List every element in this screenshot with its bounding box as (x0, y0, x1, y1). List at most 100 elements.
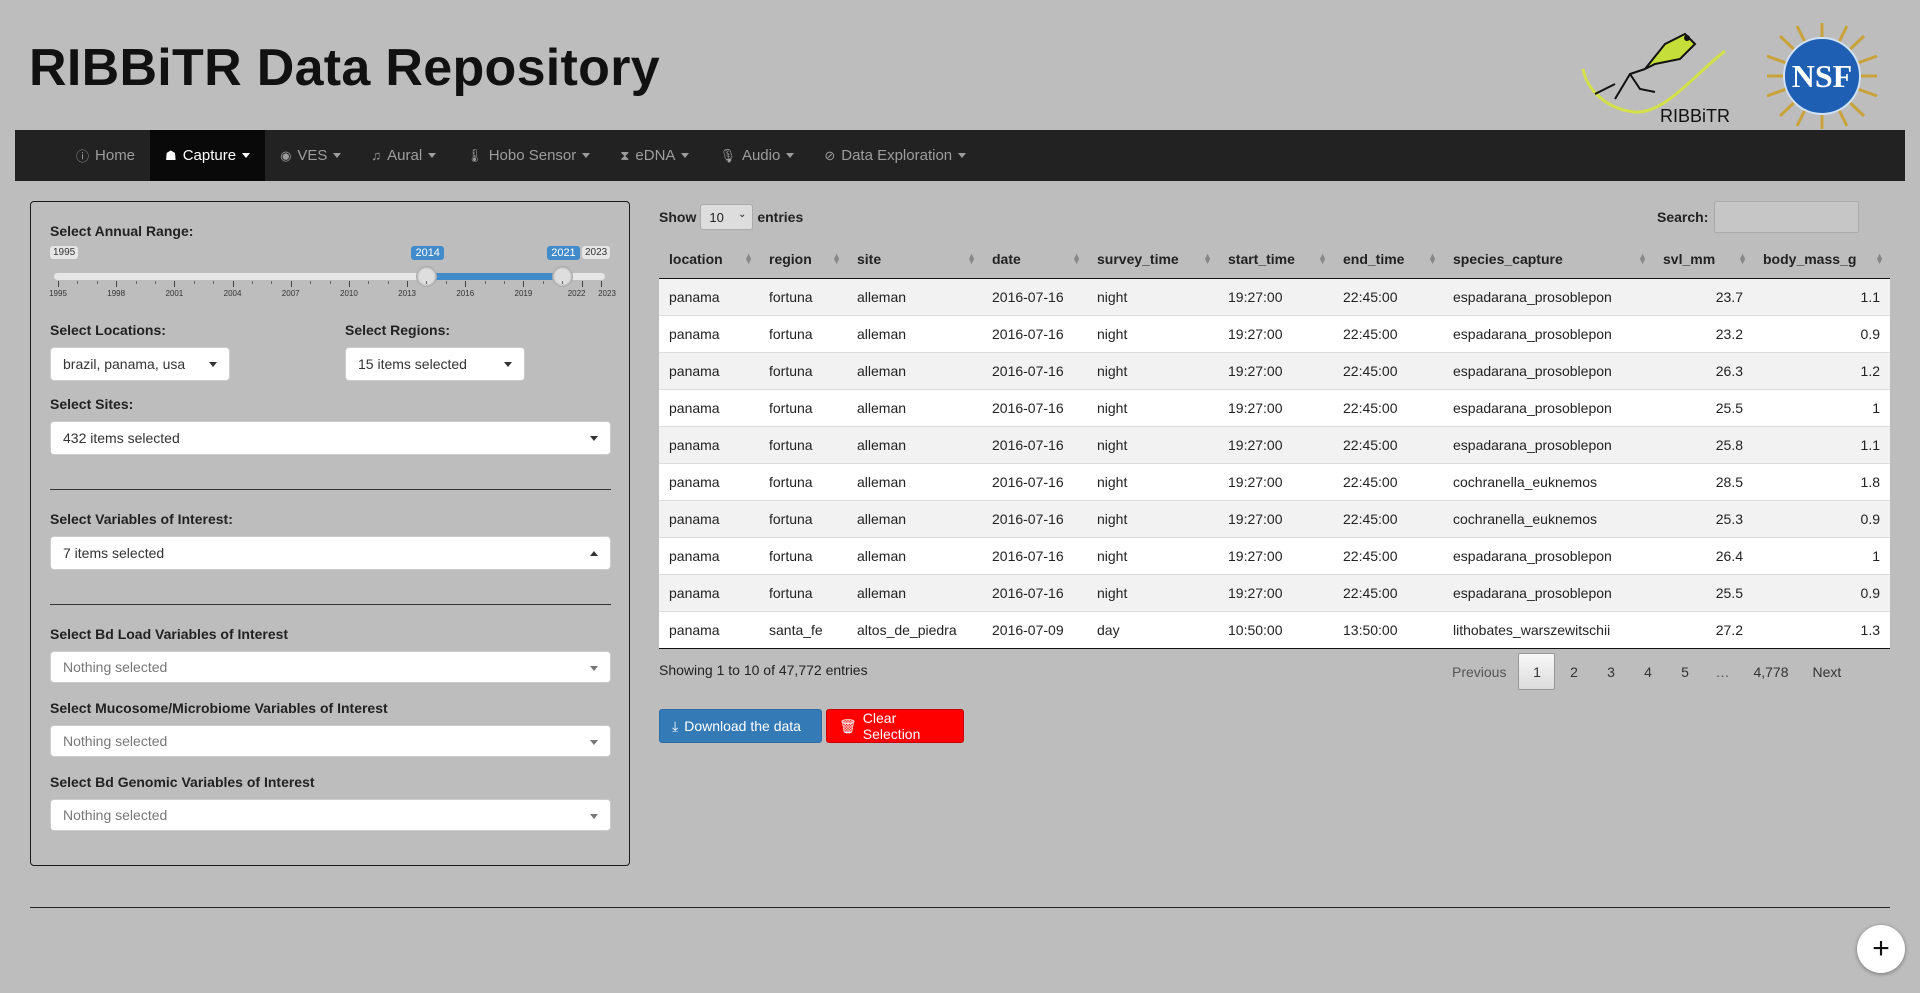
sites-select[interactable]: 432 items selected (50, 421, 611, 455)
table-cell-species-capture: cochranella_euknemos (1443, 462, 1653, 500)
table-cell-svl-mm: 25.8 (1653, 425, 1753, 463)
bd-load-select[interactable]: Nothing selected (50, 651, 611, 683)
nav-home[interactable]: ⓘ Home (61, 130, 150, 181)
column-header[interactable]: start_time ▲ ▼ (1218, 241, 1333, 279)
header: RIBBiTR Data Repository RIBBiTR NSF (0, 0, 1920, 130)
table-row[interactable]: panama fortuna alleman 2016-07-16 night 19:27… (659, 536, 1890, 574)
column-header[interactable]: svl_mm ▲ ▼ (1653, 241, 1753, 279)
table-cell-species-capture: lithobates_warszewitschii (1443, 610, 1653, 649)
table-cell-species-capture: espadarana_prosoblepon (1443, 573, 1653, 611)
bd-genomic-select[interactable]: Nothing selected (50, 799, 611, 831)
table-cell-date: 2016-07-16 (982, 536, 1087, 574)
table-row[interactable]: panama fortuna alleman 2016-07-16 night 19:27… (659, 388, 1890, 426)
table-cell-svl-mm: 25.3 (1653, 499, 1753, 537)
download-button[interactable]: ⤓ Download the data (659, 709, 822, 743)
clear-selection-button[interactable]: 🗑︎ Clear Selection (826, 709, 964, 743)
compass-icon: ⊘ (824, 147, 836, 163)
pagination-previous[interactable]: Previous (1440, 653, 1518, 690)
table-cell-location: panama (659, 610, 759, 649)
regions-select[interactable]: 15 items selected (345, 347, 525, 381)
nav-data-exploration-label: Data Exploration (841, 147, 953, 164)
table-row[interactable]: panama fortuna alleman 2016-07-16 night 19:27… (659, 573, 1890, 611)
chevron-down-icon: ⌄ (737, 209, 747, 220)
nav-edna[interactable]: ⧗ eDNA (605, 130, 704, 181)
table-cell-end-time: 22:45:00 (1333, 536, 1443, 574)
slider-tick-label: 1995 (49, 289, 67, 298)
divider (50, 489, 611, 490)
svg-text:NSF: NSF (1792, 58, 1852, 94)
navbar: ⓘ Home ☗ Capture ◉ VES ♫ Aural 🌡︎ Hobo S… (15, 130, 1905, 181)
page-length-select[interactable]: 10 ⌄ (700, 204, 754, 230)
table-cell-species-capture: espadarana_prosoblepon (1443, 388, 1653, 426)
column-header[interactable]: date ▲ ▼ (982, 241, 1087, 279)
nav-ves[interactable]: ◉ VES (265, 130, 356, 181)
caret-down-icon (209, 362, 217, 367)
caret-down-icon (786, 153, 795, 158)
music-icon: ♫ (371, 148, 382, 163)
slider-to-label: 2021 (547, 246, 580, 260)
table-cell-start-time: 19:27:00 (1218, 388, 1333, 426)
slider-tick (232, 281, 234, 287)
table-cell-start-time: 19:27:00 (1218, 351, 1333, 389)
column-header[interactable]: location ▲ ▼ (659, 241, 759, 279)
caret-down-icon (333, 153, 342, 158)
column-header[interactable]: end_time ▲ ▼ (1333, 241, 1443, 279)
mucosome-select[interactable]: Nothing selected (50, 725, 611, 757)
table-row[interactable]: panama fortuna alleman 2016-07-16 night 19:27… (659, 425, 1890, 463)
nav-data-exploration[interactable]: ⊘ Data Exploration (809, 130, 981, 181)
column-header[interactable]: site ▲ ▼ (847, 241, 982, 279)
table-cell-region: fortuna (759, 388, 847, 426)
nav-aural[interactable]: ♫ Aural (356, 130, 451, 181)
locations-select[interactable]: brazil, panama, usa (50, 347, 230, 381)
nav-hobo-sensor[interactable]: 🌡︎ Hobo Sensor (451, 130, 605, 181)
column-header-label: date (992, 251, 1021, 268)
annual-range-slider[interactable]: 1995 2023 2014 2021 1995 1998 2001 2004 2007… (49, 246, 616, 306)
column-header[interactable]: region ▲ ▼ (759, 241, 847, 279)
table-cell-start-time: 19:27:00 (1218, 462, 1333, 500)
table-row[interactable]: panama fortuna alleman 2016-07-16 night 19:27… (659, 277, 1890, 315)
pagination-page[interactable]: 5 (1666, 653, 1703, 690)
pagination-page[interactable]: 4 (1629, 653, 1666, 690)
table-row[interactable]: panama santa_fe altos_de_piedra 2016-07-09 d… (659, 610, 1890, 649)
slider-tick (329, 281, 331, 284)
table-info: Showing 1 to 10 of 47,772 entries (659, 662, 868, 678)
slider-tick (426, 281, 428, 284)
pagination-page[interactable]: 2 (1555, 653, 1592, 690)
table-row[interactable]: panama fortuna alleman 2016-07-16 night 19:27… (659, 351, 1890, 389)
nav-audio[interactable]: 🎙︎ Audio (704, 130, 809, 181)
pagination-next[interactable]: Next (1801, 653, 1854, 690)
variables-select[interactable]: 7 items selected (50, 536, 611, 570)
slider-tick (445, 281, 447, 284)
table-cell-date: 2016-07-16 (982, 388, 1087, 426)
nav-capture[interactable]: ☗ Capture (150, 130, 266, 181)
pagination-page[interactable]: 4,778 (1741, 653, 1800, 690)
column-header[interactable]: survey_time ▲ ▼ (1087, 241, 1218, 279)
table-cell-body-mass-g: 1.8 (1753, 462, 1890, 500)
sort-icon: ▲ ▼ (744, 251, 753, 266)
nav-ves-label: VES (297, 147, 328, 164)
column-header[interactable]: body_mass_g ▲ ▼ (1753, 241, 1890, 279)
nav-aural-label: Aural (387, 147, 423, 164)
table-cell-date: 2016-07-16 (982, 462, 1087, 500)
caret-down-icon (958, 153, 967, 158)
column-header-label: body_mass_g (1763, 251, 1857, 268)
frog-icon: ☗ (165, 147, 177, 163)
mucosome-select-value: Nothing selected (63, 733, 168, 749)
pagination-page[interactable]: 1 (1518, 653, 1556, 690)
table-row[interactable]: panama fortuna alleman 2016-07-16 night 19:27… (659, 499, 1890, 537)
add-button[interactable]: + (1857, 925, 1905, 973)
table-cell-date: 2016-07-16 (982, 351, 1087, 389)
regions-label: Select Regions: (345, 322, 451, 338)
table-row[interactable]: panama fortuna alleman 2016-07-16 night 19:27… (659, 314, 1890, 352)
search-input[interactable] (1714, 201, 1860, 233)
table-cell-region: fortuna (759, 277, 847, 315)
sort-icon: ▲ ▼ (1428, 251, 1437, 266)
table-cell-end-time: 22:45:00 (1333, 573, 1443, 611)
pagination-ellipsis: … (1715, 663, 1730, 680)
locations-select-value: brazil, panama, usa (63, 356, 186, 372)
column-header[interactable]: species_capture ▲ ▼ (1443, 241, 1653, 279)
pagination-page[interactable]: 3 (1592, 653, 1629, 690)
table-row[interactable]: panama fortuna alleman 2016-07-16 night 19:27… (659, 462, 1890, 500)
column-header-label: svl_mm (1663, 251, 1716, 268)
caret-down-icon (590, 666, 598, 671)
